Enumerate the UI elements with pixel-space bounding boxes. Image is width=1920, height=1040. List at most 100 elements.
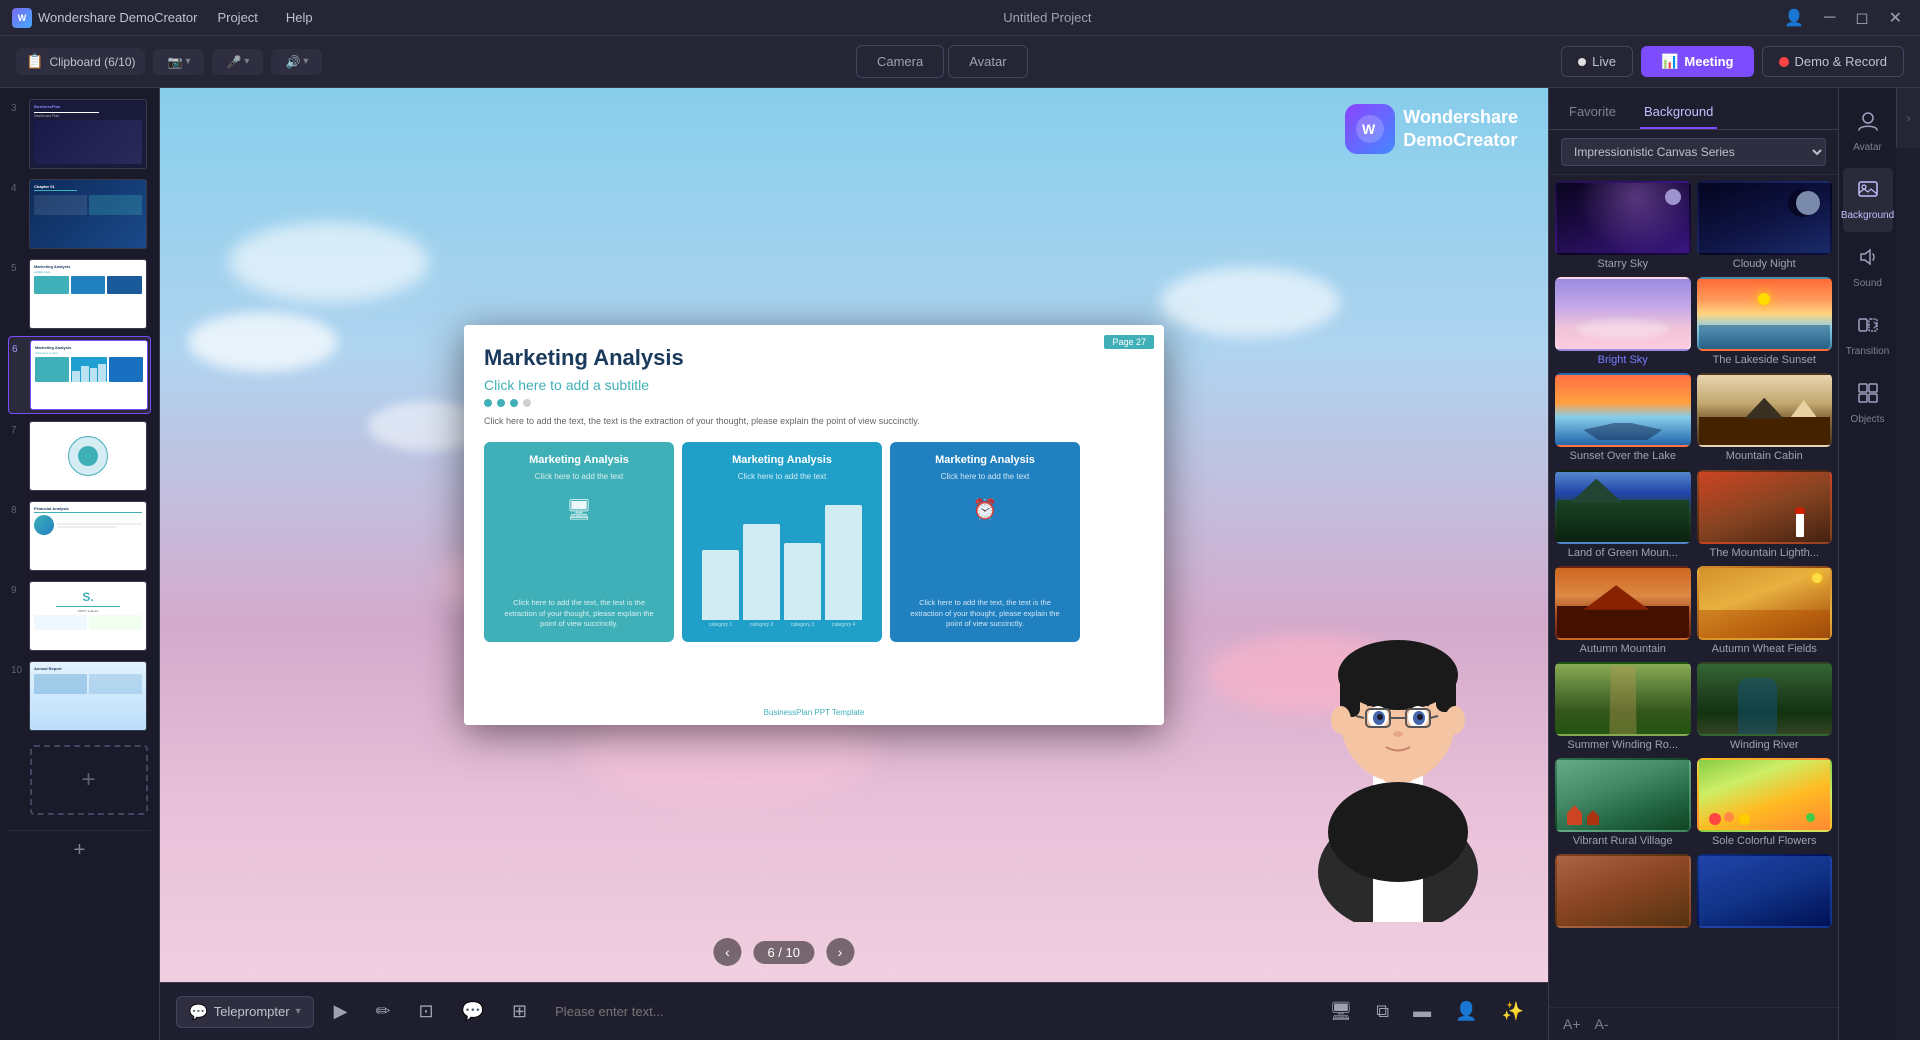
sidebar-item-background[interactable]: Background	[1843, 168, 1893, 232]
user-icon-btn[interactable]: 👤	[1778, 6, 1810, 30]
bg-item-colorful-flowers[interactable]: Sole Colorful Flowers	[1697, 758, 1833, 848]
slide-item[interactable]: 8 Financial Analysis	[8, 498, 151, 574]
effects-btn[interactable]: ✨	[1494, 996, 1532, 1027]
add-new-slide-button[interactable]: +	[74, 839, 86, 862]
mic-btn[interactable]: 🎤 ▾	[220, 52, 255, 72]
menu-project[interactable]: Project	[213, 8, 261, 27]
bg-item-lakeside-sunset[interactable]: The Lakeside Sunset	[1697, 277, 1833, 367]
pip-btn[interactable]: ⧉	[1368, 996, 1397, 1027]
meeting-icon: 📊	[1661, 53, 1678, 70]
play-button[interactable]: ▶	[326, 996, 356, 1027]
teleprompter-input[interactable]	[547, 996, 1309, 1027]
bg-thumb-autumn-mountain	[1555, 566, 1691, 640]
ppt-card-1: Marketing Analysis Click here to add the…	[484, 442, 674, 642]
close-btn[interactable]: ✕	[1883, 6, 1908, 30]
slide-thumb	[29, 421, 147, 491]
slide-number: 3	[11, 103, 23, 114]
slide-counter: 6 / 10	[753, 941, 814, 964]
titlebar-left: W Wondershare DemoCreator Project Help	[12, 8, 317, 28]
mic-chevron: ▾	[244, 56, 249, 67]
slide-item[interactable]: 9 S. SWOT analysis	[8, 578, 151, 654]
bg-thumb-colorful-flowers	[1697, 758, 1833, 832]
menu-help[interactable]: Help	[282, 8, 317, 27]
text-decrease-btn[interactable]: A-	[1591, 1014, 1613, 1034]
bg-thumb-bright-sky	[1555, 277, 1691, 351]
meeting-label: Meeting	[1684, 54, 1733, 69]
clipboard-widget[interactable]: 📋 Clipboard (6/10)	[16, 48, 145, 75]
ppt-subtitle: Click here to add a subtitle	[484, 377, 1144, 393]
live-button[interactable]: Live	[1561, 46, 1633, 77]
minimize-btn[interactable]: ─	[1818, 7, 1841, 29]
text-increase-btn[interactable]: A+	[1559, 1014, 1585, 1034]
slide-item[interactable]: 4 Chapter 01	[8, 176, 151, 252]
sidebar-item-objects[interactable]: Objects	[1843, 372, 1893, 436]
expand-panel-btn[interactable]: ›	[1896, 88, 1920, 148]
bg-label-colorful-flowers: Sole Colorful Flowers	[1697, 835, 1833, 848]
bg-item-rural-village[interactable]: Vibrant Rural Village	[1555, 758, 1691, 848]
audio-btn[interactable]: 🔊 ▾	[279, 52, 314, 72]
main-toolbar: 📋 Clipboard (6/10) 📷 ▾ 🎤 ▾ 🔊 ▾ Camera Av…	[0, 36, 1920, 88]
slide-item-active[interactable]: 6 Marketing Analysis Click here to add	[8, 336, 151, 414]
ws-name-line1: Wondershare	[1403, 106, 1518, 129]
bg-item-winding-river[interactable]: Winding River	[1697, 662, 1833, 752]
maximize-btn[interactable]: ◻	[1849, 6, 1874, 30]
series-filter[interactable]: Impressionistic Canvas Series	[1561, 138, 1826, 166]
speech-button[interactable]: 💬	[454, 996, 492, 1027]
sidebar-item-sound[interactable]: Sound	[1843, 236, 1893, 300]
transition-sidebar-icon	[1857, 314, 1879, 342]
slide-navigation: ‹ 6 / 10 ›	[713, 938, 854, 966]
person-btn[interactable]: 👤	[1447, 996, 1485, 1027]
tab-favorite[interactable]: Favorite	[1565, 96, 1620, 129]
bottom-right-tools: 🖥 ⧉ ▬ 👤 ✨	[1321, 996, 1532, 1027]
bg-thumb-sunset-lake	[1555, 373, 1691, 447]
bg-item-sunset-lake[interactable]: Sunset Over the Lake	[1555, 373, 1691, 463]
mic-group: 🎤 ▾	[212, 49, 263, 75]
bg-item-more1[interactable]	[1555, 854, 1691, 931]
teleprompter-label: Teleprompter	[214, 1004, 290, 1019]
avatar-tab-btn[interactable]: Avatar	[948, 45, 1027, 78]
prev-slide-button[interactable]: ‹	[713, 938, 741, 966]
bg-thumb-summer-winding	[1555, 662, 1691, 736]
bar-label-1: category 1	[702, 622, 739, 628]
teleprompter-button[interactable]: 💬 Teleprompter ▾	[176, 996, 314, 1028]
bg-item-autumn-wheat[interactable]: Autumn Wheat Fields	[1697, 566, 1833, 656]
layout-button[interactable]: ⊡	[411, 996, 442, 1027]
camera-icon-btn[interactable]: 📷 ▾	[161, 52, 196, 72]
demo-record-button[interactable]: Demo & Record	[1762, 46, 1904, 77]
bg-item-summer-winding[interactable]: Summer Winding Ro...	[1555, 662, 1691, 752]
slide-item[interactable]: 10 Annual Report	[8, 658, 151, 734]
thumb-title: BusinessPlan	[34, 104, 142, 109]
ppt-footer: BusinessPlan PPT Template	[764, 708, 865, 717]
share-button[interactable]: ⊞	[504, 996, 535, 1027]
bg-item-more2[interactable]	[1697, 854, 1833, 931]
bg-thumb-lakeside-sunset	[1697, 277, 1833, 351]
draw-button[interactable]: ✏	[367, 996, 398, 1027]
slide-item[interactable]: 7	[8, 418, 151, 494]
bg-item-starry-sky[interactable]: Starry Sky	[1555, 181, 1691, 271]
slide-number: 6	[12, 344, 24, 355]
bg-item-autumn-mountain[interactable]: Autumn Mountain	[1555, 566, 1691, 656]
next-slide-button[interactable]: ›	[826, 938, 854, 966]
slide-item[interactable]: 3 BusinessPlan Dashboard Plan	[8, 96, 151, 172]
sidebar-item-transition[interactable]: Transition	[1843, 304, 1893, 368]
logo-icon: W	[12, 8, 32, 28]
bg-item-mountain-cabin[interactable]: Mountain Cabin	[1697, 373, 1833, 463]
sidebar-item-avatar[interactable]: Avatar	[1843, 100, 1893, 164]
icon-sidebar: Avatar Background Sound	[1838, 88, 1896, 1040]
bar-btn[interactable]: ▬	[1405, 996, 1439, 1027]
bg-thumb-more2	[1697, 854, 1833, 928]
bg-item-bright-sky[interactable]: Bright Sky	[1555, 277, 1691, 367]
screen-btn[interactable]: 🖥	[1321, 996, 1360, 1027]
ppt-cards: Marketing Analysis Click here to add the…	[484, 442, 1144, 642]
bg-item-green-mountain[interactable]: Land of Green Moun...	[1555, 470, 1691, 560]
tab-background[interactable]: Background	[1640, 96, 1717, 129]
bg-item-mountain-light[interactable]: The Mountain Lighth...	[1697, 470, 1833, 560]
add-slide-button[interactable]: +	[30, 745, 148, 815]
meeting-button[interactable]: 📊 Meeting	[1641, 46, 1754, 77]
camera-tab-btn[interactable]: Camera	[856, 45, 944, 78]
bg-item-cloudy-night[interactable]: Cloudy Night	[1697, 181, 1833, 271]
ws-logo-icon: W	[1345, 104, 1395, 154]
bar-label-4: category 4	[825, 622, 862, 628]
slide-item[interactable]: 5 Marketing Analysis subtitle here	[8, 256, 151, 332]
demo-label: Demo & Record	[1795, 54, 1887, 69]
